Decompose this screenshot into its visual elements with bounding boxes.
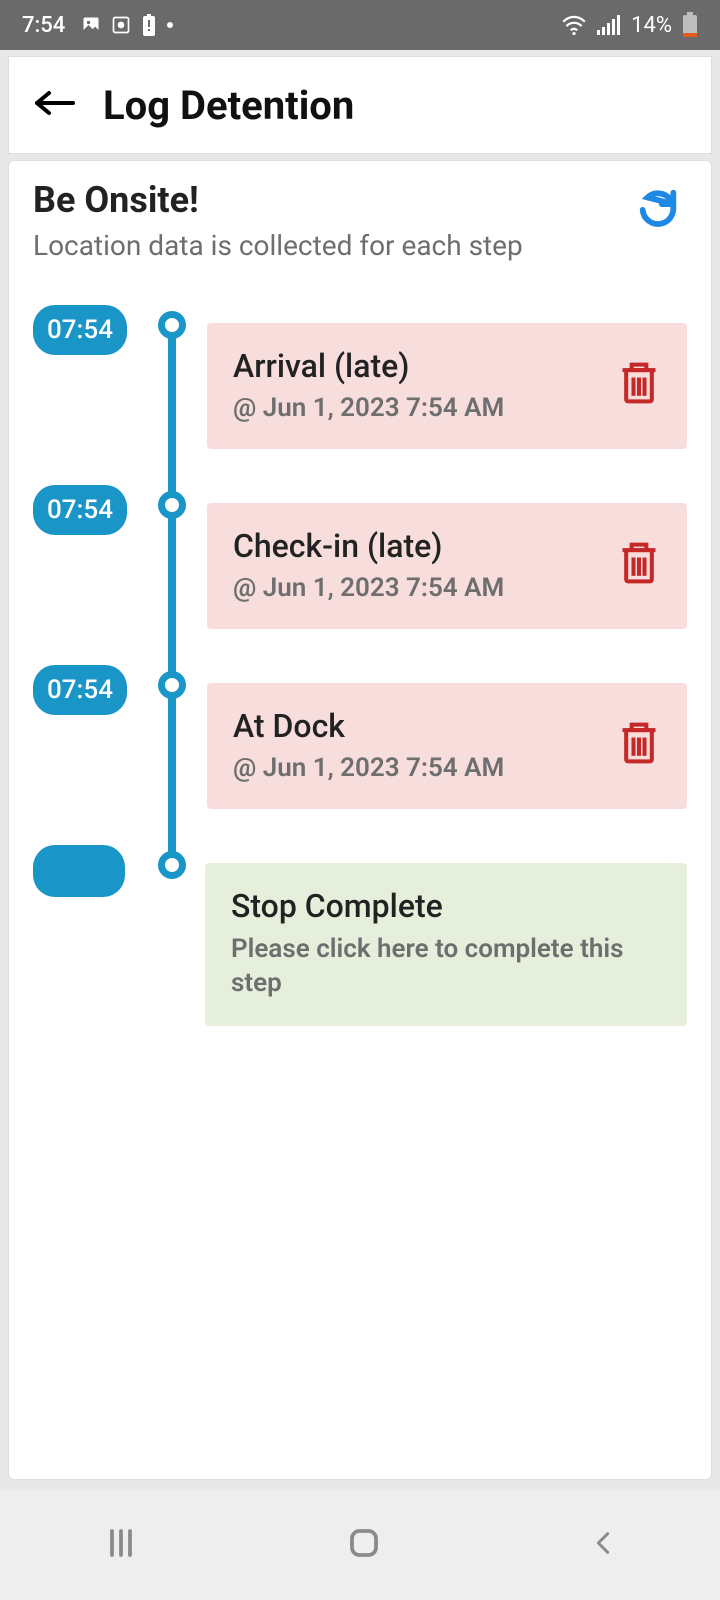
delete-button[interactable]: [613, 715, 665, 775]
status-right: 14%: [561, 12, 698, 38]
camera-box-icon: [111, 15, 131, 35]
battery-alert-icon: [141, 14, 157, 36]
app-header: Log Detention: [8, 56, 712, 154]
timeline-step: 07:54 Check-in (late) @ Jun 1, 2023 7:54…: [33, 485, 687, 629]
battery-icon: [682, 12, 698, 38]
step-prompt: Please click here to complete this step: [231, 933, 665, 1001]
time-pill: 07:54: [33, 305, 127, 355]
timeline-node-icon: [158, 491, 186, 519]
delete-button[interactable]: [613, 535, 665, 595]
wifi-icon: [561, 15, 587, 35]
system-nav-bar: [0, 1490, 720, 1600]
step-card-atdock[interactable]: At Dock @ Jun 1, 2023 7:54 AM: [207, 683, 687, 809]
battery-percent: 14%: [631, 13, 672, 38]
timeline-node-icon: [158, 311, 186, 339]
time-pill: 07:54: [33, 665, 127, 715]
step-timestamp: @ Jun 1, 2023 7:54 AM: [233, 753, 504, 783]
refresh-button[interactable]: [629, 179, 687, 241]
delete-button[interactable]: [613, 355, 665, 415]
status-left: 7:54: [22, 13, 173, 38]
timeline-node-icon: [158, 851, 186, 879]
more-dot-icon: [167, 22, 173, 28]
signal-icon: [597, 15, 621, 35]
step-title: Check-in (late): [233, 527, 504, 565]
image-icon: [81, 15, 101, 35]
step-title: Stop Complete: [231, 887, 665, 925]
time-pill: 07:54: [33, 485, 127, 535]
step-title: At Dock: [233, 707, 504, 745]
main-card: Be Onsite! Location data is collected fo…: [8, 160, 712, 1480]
page-title: Log Detention: [103, 82, 354, 129]
timeline-step: Stop Complete Please click here to compl…: [33, 845, 687, 1027]
step-card-checkin[interactable]: Check-in (late) @ Jun 1, 2023 7:54 AM: [207, 503, 687, 629]
step-card-arrival[interactable]: Arrival (late) @ Jun 1, 2023 7:54 AM: [207, 323, 687, 449]
card-subtitle: Location data is collected for each step: [33, 227, 523, 265]
step-timestamp: @ Jun 1, 2023 7:54 AM: [233, 573, 504, 603]
status-time: 7:54: [22, 13, 65, 38]
time-pill: [33, 845, 125, 897]
step-card-stopcomplete[interactable]: Stop Complete Please click here to compl…: [205, 863, 687, 1027]
step-title: Arrival (late): [233, 347, 504, 385]
timeline-step: 07:54 At Dock @ Jun 1, 2023 7:54 AM: [33, 665, 687, 809]
card-header: Be Onsite! Location data is collected fo…: [33, 179, 687, 265]
back-button[interactable]: [33, 88, 77, 122]
back-nav-button[interactable]: [589, 1525, 617, 1565]
card-title: Be Onsite!: [33, 179, 523, 221]
timeline: 07:54 Arrival (late) @ Jun 1, 2023 7:54 …: [33, 305, 687, 1027]
timeline-step: 07:54 Arrival (late) @ Jun 1, 2023 7:54 …: [33, 305, 687, 449]
status-bar: 7:54 14%: [0, 0, 720, 50]
timeline-node-icon: [158, 671, 186, 699]
home-button[interactable]: [346, 1525, 382, 1565]
recents-button[interactable]: [103, 1525, 139, 1565]
step-timestamp: @ Jun 1, 2023 7:54 AM: [233, 393, 504, 423]
